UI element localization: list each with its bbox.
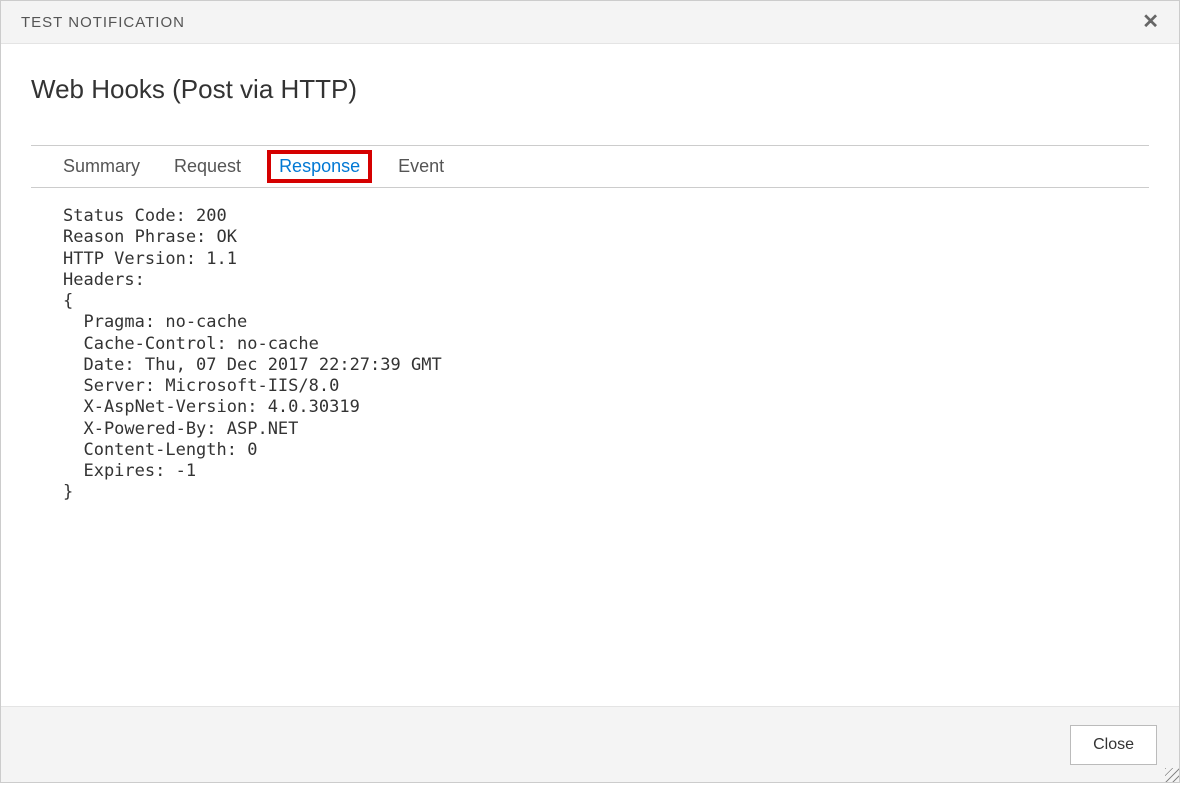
tab-summary[interactable]: Summary (59, 154, 144, 179)
response-output: Status Code: 200 Reason Phrase: OK HTTP … (31, 188, 1149, 522)
dialog-footer: Close (1, 706, 1179, 782)
dialog-title: TEST NOTIFICATION (21, 14, 185, 31)
resize-grip-icon[interactable] (1161, 764, 1179, 782)
tab-bar: Summary Request Response Event (31, 154, 1149, 188)
page-subtitle: Web Hooks (Post via HTTP) (31, 74, 1149, 105)
close-icon[interactable]: ✕ (1142, 12, 1159, 32)
tab-event[interactable]: Event (394, 154, 448, 179)
tab-response[interactable]: Response (267, 150, 372, 183)
dialog-body: Web Hooks (Post via HTTP) Summary Reques… (1, 44, 1179, 706)
dialog-header: TEST NOTIFICATION ✕ (1, 1, 1179, 44)
tab-request[interactable]: Request (170, 154, 245, 179)
test-notification-dialog: TEST NOTIFICATION ✕ Web Hooks (Post via … (0, 0, 1180, 783)
divider (31, 145, 1149, 146)
close-button[interactable]: Close (1070, 725, 1157, 765)
